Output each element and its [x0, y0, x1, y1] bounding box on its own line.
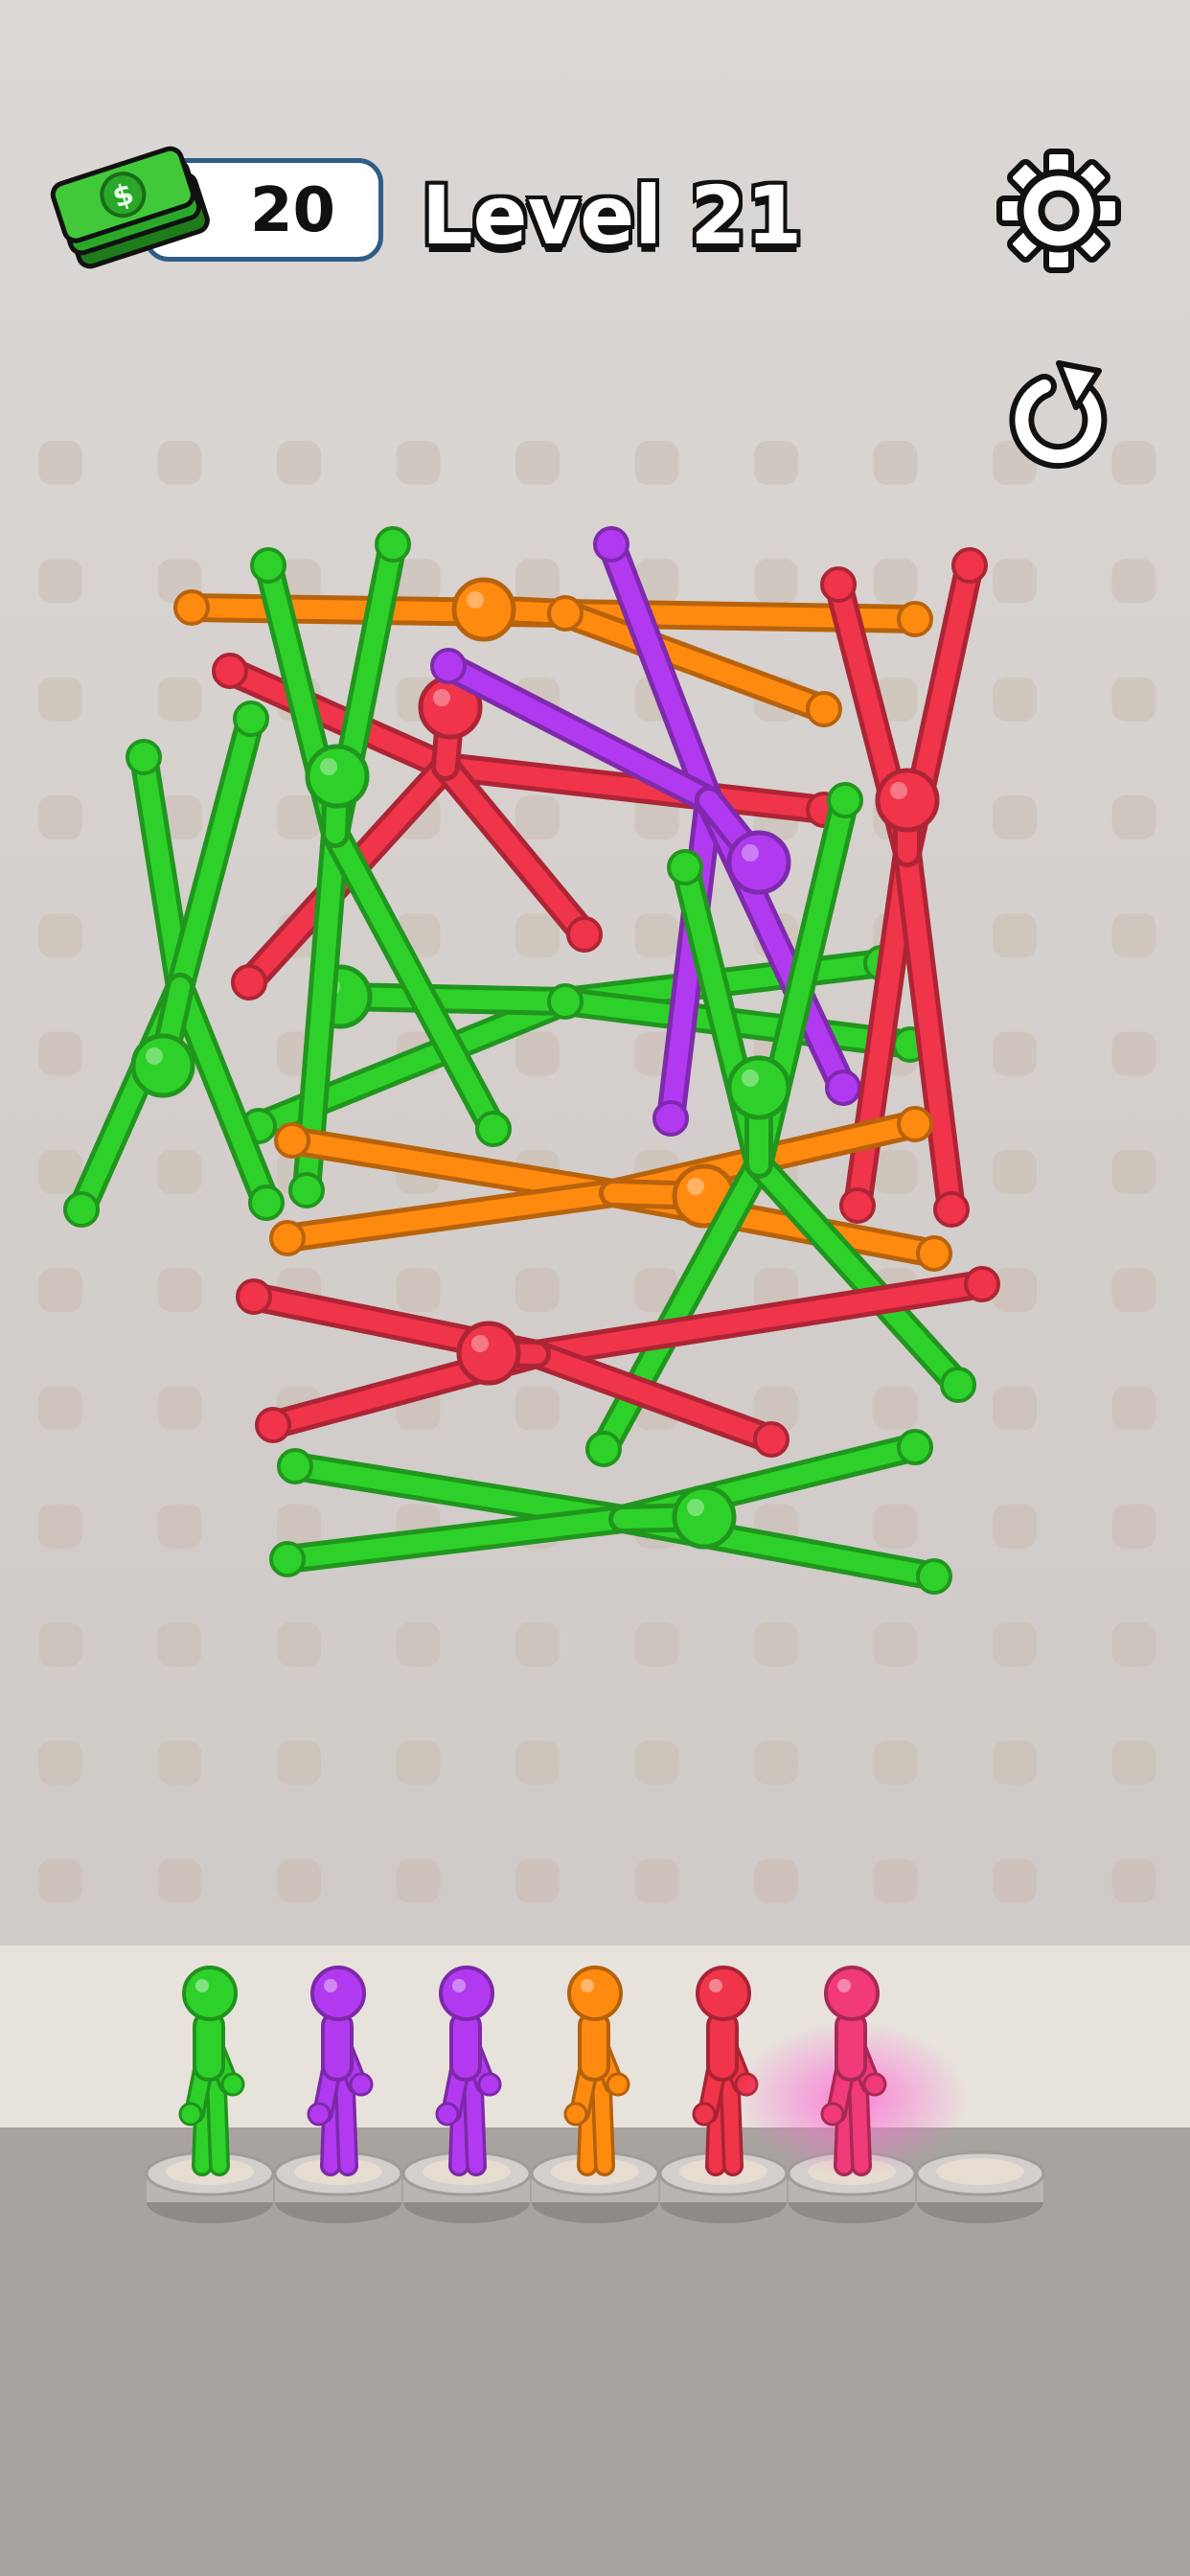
peg-hole [515, 913, 560, 958]
peg-hole [157, 1622, 202, 1667]
queue-slot [915, 2150, 1045, 2223]
peg-hole [1111, 1504, 1156, 1549]
peg-hole [157, 1386, 202, 1431]
peg-hole [873, 1622, 918, 1667]
peg-hole [634, 441, 679, 485]
peg-hole [396, 1268, 441, 1313]
peg-hole [634, 1622, 679, 1667]
queued-stickman-purple [435, 1966, 502, 2176]
peg-hole [157, 1504, 202, 1549]
queued-stickman-purple [307, 1966, 374, 2176]
peg-hole [873, 1149, 918, 1194]
peg-hole [873, 559, 918, 604]
peg-hole [157, 1149, 202, 1194]
peg-hole [634, 1740, 679, 1785]
restart-button[interactable] [992, 350, 1126, 484]
queue-slot [273, 1966, 403, 2223]
peg-hole [993, 1504, 1037, 1549]
peg-hole [38, 1740, 82, 1785]
peg-hole [277, 1622, 321, 1667]
peg-hole [277, 1858, 321, 1903]
peg-hole [1111, 1622, 1156, 1667]
gear-icon [996, 149, 1121, 273]
peg-hole [993, 677, 1037, 722]
queued-stickman-green [178, 1966, 245, 2176]
peg-hole [993, 1386, 1037, 1431]
peg-hole [515, 1268, 560, 1313]
peg-hole [396, 1740, 441, 1785]
peg-hole [993, 1622, 1037, 1667]
peg-hole [157, 1740, 202, 1785]
peg-hole [157, 1858, 202, 1903]
peg-hole [634, 913, 679, 958]
level-title: Level 21 [422, 169, 803, 263]
peg-hole [754, 1622, 798, 1667]
restart-icon [1009, 360, 1108, 470]
queued-stickman-orange [563, 1966, 630, 2176]
peg-hole [396, 1858, 441, 1903]
peg-hole [993, 1740, 1037, 1785]
peg-hole [1111, 1031, 1156, 1076]
peg-hole [1111, 1268, 1156, 1313]
peg-hole [277, 441, 321, 485]
peg-hole [515, 441, 560, 485]
peg-hole [38, 794, 82, 840]
queue-slot [145, 1966, 275, 2223]
peg-hole [38, 1622, 82, 1667]
peg-hole [277, 1740, 321, 1785]
peg-hole [1111, 794, 1156, 840]
peg-hole [754, 441, 798, 485]
peg-hole [515, 1740, 560, 1785]
peg-hole [396, 441, 441, 485]
peg-hole [515, 559, 560, 604]
peg-hole [515, 1386, 560, 1431]
peg-hole [38, 677, 82, 722]
peg-hole [754, 559, 798, 604]
peg-hole [873, 1858, 918, 1903]
queue-slot [530, 1966, 660, 2223]
peg-hole [1111, 1858, 1156, 1903]
queue-slot [401, 1966, 532, 2223]
game-board[interactable] [0, 0, 1190, 1945]
peg-hole [515, 1858, 560, 1903]
peg-hole [873, 1504, 918, 1549]
peg-hole [38, 1504, 82, 1549]
peg-hole [157, 441, 202, 485]
peg-hole [754, 1858, 798, 1903]
peg-grid [38, 441, 1156, 1903]
queue-area [145, 1966, 1045, 2223]
peg-hole [873, 1386, 918, 1431]
peg-hole [38, 913, 82, 958]
peg-hole [873, 1740, 918, 1785]
peg-hole [993, 559, 1037, 604]
peg-hole [515, 1622, 560, 1667]
peg-hole [993, 913, 1037, 958]
peg-hole [1111, 913, 1156, 958]
peg-hole [38, 559, 82, 604]
peg-hole [38, 1031, 82, 1076]
peg-hole [1111, 559, 1156, 604]
peg-hole [1111, 1149, 1156, 1194]
peg-hole [38, 1268, 82, 1313]
peg-hole [157, 1268, 202, 1313]
settings-button[interactable] [992, 144, 1126, 278]
peg-hole [1111, 677, 1156, 722]
peg-hole [1111, 1740, 1156, 1785]
peg-hole [1111, 1386, 1156, 1431]
peg-hole [515, 1031, 560, 1076]
peg-hole [754, 1740, 798, 1785]
peg-hole [993, 1031, 1037, 1076]
peg-hole [157, 677, 202, 722]
peg-hole [634, 1858, 679, 1903]
peg-hole [515, 794, 560, 840]
peg-hole [873, 441, 918, 485]
peg-hole [38, 441, 82, 485]
peg-hole [993, 1149, 1037, 1194]
peg-hole [993, 794, 1037, 840]
cash-stack-icon: $ [50, 146, 210, 269]
peg-hole [993, 1858, 1037, 1903]
peg-hole [396, 1622, 441, 1667]
peg-hole [38, 1858, 82, 1903]
peg-hole [38, 1386, 82, 1431]
